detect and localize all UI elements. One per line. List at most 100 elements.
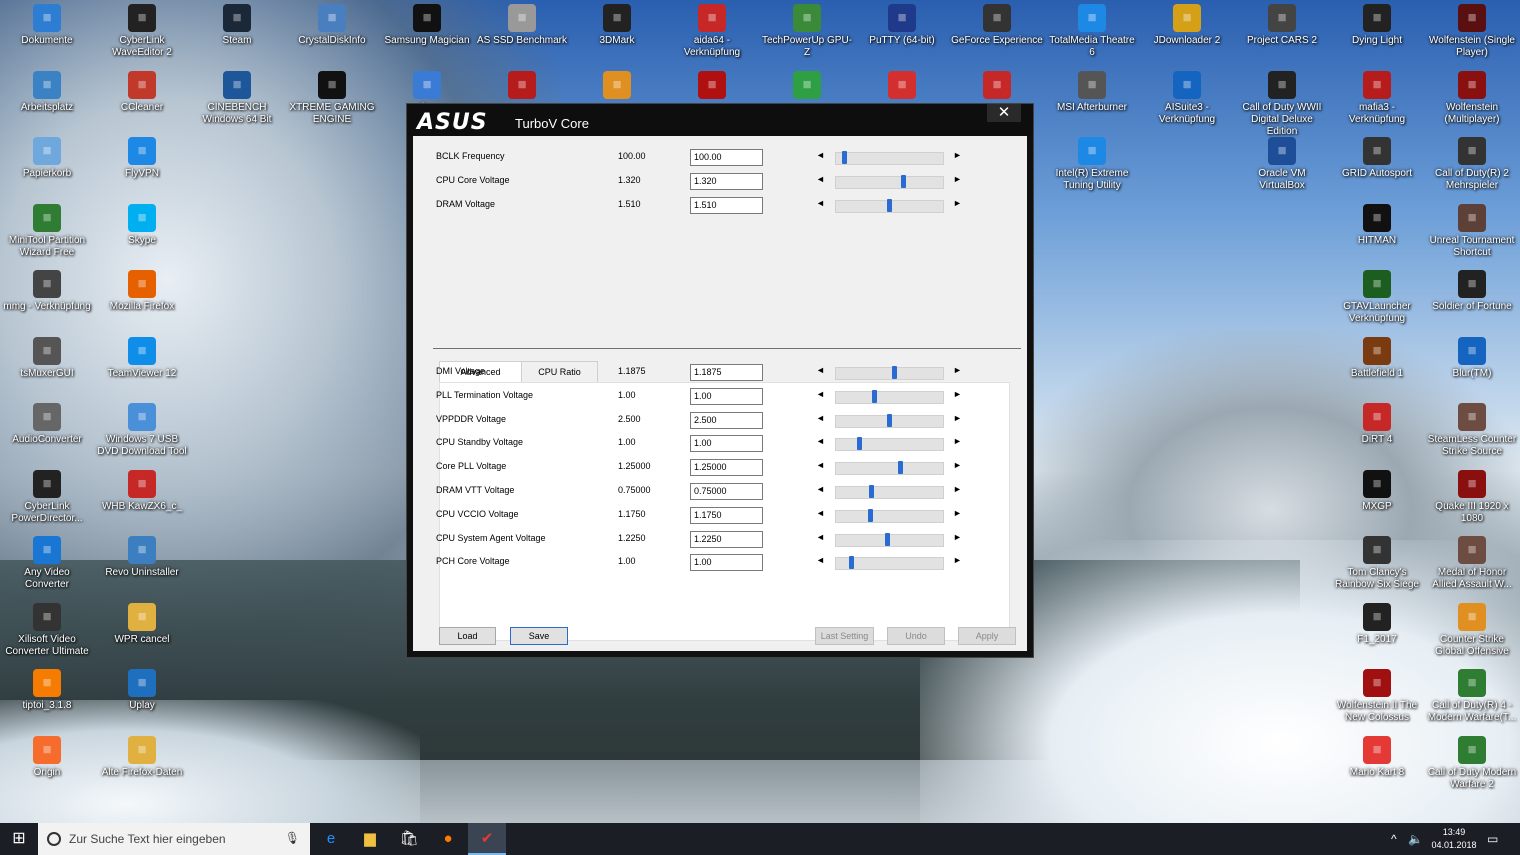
decrease-arrow-icon[interactable]: ◄ — [816, 436, 825, 446]
window-titlebar[interactable]: ASUS TurboV Core ✕ — [407, 104, 1033, 136]
desktop-shortcut-medal-of-honor-allied-assault-w[interactable]: ■ Medal of Honor Allied Assault W... — [1426, 532, 1518, 591]
desktop-shortcut-samsung-magician[interactable]: ■ Samsung Magician — [381, 0, 473, 47]
desktop-shortcut-wpr-cancel[interactable]: ■ WPR cancel — [96, 599, 188, 646]
slider-thumb[interactable] — [892, 366, 897, 379]
desktop-shortcut-intel-r-extreme-tuning-utility[interactable]: ■ Intel(R) Extreme Tuning Utility — [1046, 133, 1138, 192]
desktop-shortcut-counter-strike-global-offensive[interactable]: ■ Counter Strike Global Offensive — [1426, 599, 1518, 658]
increase-arrow-icon[interactable]: ► — [953, 198, 962, 208]
desktop-shortcut-xilisoft-video-converter-ultimate[interactable]: ■ Xilisoft Video Converter Ultimate — [1, 599, 93, 658]
desktop-shortcut-papierkorb[interactable]: ■ Papierkorb — [1, 133, 93, 180]
desktop-shortcut-dirt-4[interactable]: ■ DiRT 4 — [1331, 399, 1423, 446]
last-setting-button[interactable]: Last Setting — [815, 627, 874, 645]
desktop-shortcut-super-pi-icon[interactable]: ■ — [761, 67, 853, 102]
desktop-shortcut-aisuite3-verkn-pfung[interactable]: ■ AISuite3 - Verknüpfung — [1141, 67, 1233, 126]
start-button[interactable]: ⊞ — [0, 823, 38, 855]
slider-thumb[interactable] — [849, 556, 854, 570]
desktop-shortcut-any-video-converter[interactable]: ■ Any Video Converter — [1, 532, 93, 591]
slider-thumb[interactable] — [901, 175, 906, 188]
desktop-shortcut-rog-icon[interactable]: ■ — [666, 67, 758, 102]
desktop-shortcut-3dmark[interactable]: ■ 3DMark — [571, 0, 663, 47]
slider-thumb[interactable] — [872, 389, 877, 403]
voltage-slider[interactable] — [835, 532, 944, 547]
voltage-slider[interactable] — [835, 366, 944, 380]
store-icon[interactable]: 🛍 — [390, 823, 428, 855]
desktop-shortcut-quake-iii-1920-x-1080[interactable]: ■ Quake III 1920 x 1080 — [1426, 466, 1518, 525]
desktop-shortcut-oracle-vm-virtualbox[interactable]: ■ Oracle VM VirtualBox — [1236, 133, 1328, 192]
decrease-arrow-icon[interactable]: ◄ — [816, 198, 825, 208]
desktop-shortcut-hitman[interactable]: ■ HITMAN — [1331, 200, 1423, 247]
value-input[interactable] — [690, 530, 763, 548]
close-button[interactable]: ✕ — [987, 104, 1021, 122]
turbov-icon[interactable]: ✔ — [468, 823, 506, 855]
slider-thumb[interactable] — [869, 485, 874, 498]
increase-arrow-icon[interactable]: ► — [953, 174, 962, 184]
desktop-shortcut-wolfenstein-ii-the-new-colossus[interactable]: ■ Wolfenstein II The New Colossus — [1331, 665, 1423, 724]
desktop-shortcut-f1-2017[interactable]: ■ F1_2017 — [1331, 599, 1423, 646]
desktop-shortcut-tom-clancy-s-rainbow-six-siege[interactable]: ■ Tom Clancy's Rainbow Six Siege — [1331, 532, 1423, 591]
desktop-shortcut-alte-firefox-daten[interactable]: ■ Alte Firefox-Daten — [96, 732, 188, 779]
desktop-shortcut-mario-kart-8[interactable]: ■ Mario Kart 8 — [1331, 732, 1423, 779]
increase-arrow-icon[interactable]: ► — [953, 460, 962, 470]
desktop-shortcut-steam[interactable]: ■ Steam — [191, 0, 283, 47]
value-input[interactable] — [690, 435, 763, 453]
voltage-slider[interactable] — [835, 199, 944, 213]
desktop-shortcut-mxgp[interactable]: ■ MXGP — [1331, 466, 1423, 513]
desktop-shortcut-skype[interactable]: ■ Skype — [96, 200, 188, 247]
voltage-slider[interactable] — [835, 508, 944, 523]
desktop-shortcut-tiptoi-3-1-8[interactable]: ■ tiptoi_3.1.8 — [1, 665, 93, 712]
desktop-shortcut-call-of-duty-r-4-modern-warfare-t[interactable]: ■ Call of Duty(R) 4 - Modern Warfare(T... — [1426, 665, 1518, 724]
desktop-shortcut-jdownloader-2[interactable]: ■ JDownloader 2 — [1141, 0, 1233, 47]
slider-thumb[interactable] — [887, 199, 892, 212]
desktop-shortcut-cinebench-windows-64-bit[interactable]: ■ CINEBENCH Windows 64 Bit — [191, 67, 283, 126]
desktop-shortcut-steamless-counter-strike-source[interactable]: ■ SteamLess Counter Strike Source — [1426, 399, 1518, 458]
increase-arrow-icon[interactable]: ► — [953, 436, 962, 446]
desktop-shortcut-dokumente[interactable]: ■ Dokumente — [1, 0, 93, 47]
slider-thumb[interactable] — [898, 461, 903, 475]
value-input[interactable] — [690, 506, 763, 524]
desktop-shortcut-windows-7-usb-dvd-download-tool[interactable]: ■ Windows 7 USB DVD Download Tool — [96, 399, 188, 458]
decrease-arrow-icon[interactable]: ◄ — [816, 413, 825, 423]
desktop-shortcut-msi-afterburner[interactable]: ■ MSI Afterburner — [1046, 67, 1138, 114]
desktop-shortcut-soldier-of-fortune[interactable]: ■ Soldier of Fortune — [1426, 266, 1518, 313]
desktop-shortcut-revo-uninstaller[interactable]: ■ Revo Uninstaller — [96, 532, 188, 579]
desktop-shortcut-dying-light[interactable]: ■ Dying Light — [1331, 0, 1423, 47]
desktop-shortcut-ccleaner[interactable]: ■ CCleaner — [96, 67, 188, 114]
desktop-shortcut-cyberlink-waveeditor-2[interactable]: ■ CyberLink WaveEditor 2 — [96, 0, 188, 59]
explorer-icon[interactable]: ▆ — [351, 823, 389, 855]
value-input[interactable] — [690, 149, 763, 166]
desktop-shortcut-turbov-icon[interactable]: ■ — [951, 67, 1043, 102]
desktop-shortcut-game-icon[interactable]: ■ — [571, 67, 663, 102]
desktop-shortcut-techpowerup-gpu-z[interactable]: ■ TechPowerUp GPU-Z — [761, 0, 853, 59]
desktop-shortcut-wolfenstein-single-player[interactable]: ■ Wolfenstein (Single Player) — [1426, 0, 1518, 59]
load-button[interactable]: Load — [439, 627, 496, 645]
value-input[interactable] — [690, 197, 763, 214]
voltage-slider[interactable] — [835, 413, 944, 428]
decrease-arrow-icon[interactable]: ◄ — [816, 555, 825, 565]
increase-arrow-icon[interactable]: ► — [953, 413, 962, 423]
desktop-shortcut-project-cars-2[interactable]: ■ Project CARS 2 — [1236, 0, 1328, 47]
slider-thumb[interactable] — [857, 437, 862, 451]
increase-arrow-icon[interactable]: ► — [953, 555, 962, 565]
desktop-shortcut-dx-icon[interactable]: ■ — [856, 67, 948, 102]
tray-chevron-icon[interactable]: ^ — [1391, 823, 1397, 855]
desktop-shortcut-putty-64-bit[interactable]: ■ PuTTY (64-bit) — [856, 0, 948, 47]
voltage-slider[interactable] — [835, 437, 944, 452]
desktop-shortcut-grid-autosport[interactable]: ■ GRID Autosport — [1331, 133, 1423, 180]
desktop-shortcut-uplay[interactable]: ■ Uplay — [96, 665, 188, 712]
desktop-shortcut-arbeitsplatz[interactable]: ■ Arbeitsplatz — [1, 67, 93, 114]
increase-arrow-icon[interactable]: ► — [953, 484, 962, 494]
desktop-shortcut-call-of-duty-wwii-digital-deluxe-edition[interactable]: ■ Call of Duty WWII Digital Deluxe Editio… — [1236, 67, 1328, 138]
desktop-shortcut-mozilla-firefox[interactable]: ■ Mozilla Firefox — [96, 266, 188, 313]
desktop-shortcut-minitool-partition-wizard-free[interactable]: ■ MiniTool Partition Wizard Free — [1, 200, 93, 259]
desktop-shortcut-teamviewer-12[interactable]: ■ TeamViewer 12 — [96, 333, 188, 380]
desktop-shortcut-aida64-verkn-pfung[interactable]: ■ aida64 - Verknüpfung — [666, 0, 758, 59]
search-box[interactable]: Zur Suche Text hier eingeben 🎙 — [38, 823, 310, 855]
slider-thumb[interactable] — [885, 532, 890, 546]
desktop-shortcut-gtavlauncher-verkn-pfung[interactable]: ■ GTAVLauncher Verknüpfung — [1331, 266, 1423, 325]
desktop-shortcut-origin[interactable]: ■ Origin — [1, 732, 93, 779]
desktop-shortcut-whb-kawzx6-c[interactable]: ■ WHB KawZX6_c_ — [96, 466, 188, 513]
edge-icon[interactable]: e — [312, 823, 350, 855]
voltage-slider[interactable] — [835, 556, 944, 571]
desktop-shortcut-mmg-verkn-pfung[interactable]: ■ mmg - Verknüpfung — [1, 266, 93, 313]
decrease-arrow-icon[interactable]: ◄ — [816, 532, 825, 542]
